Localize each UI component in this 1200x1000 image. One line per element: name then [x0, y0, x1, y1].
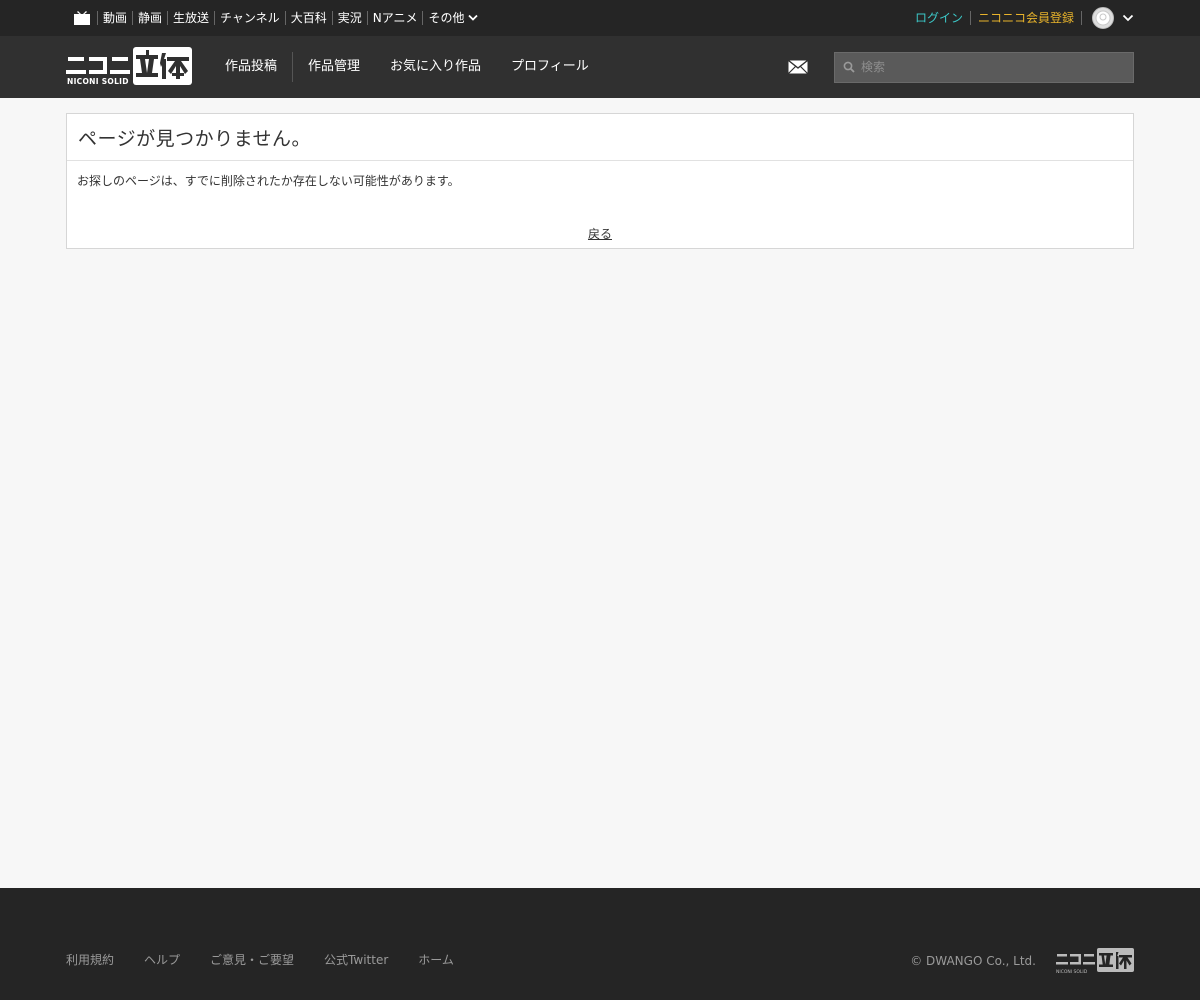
footer-links: 利用規約 ヘルプ ご意見・ご要望 公式Twitter ホーム	[66, 951, 484, 968]
footer-right: © DWANGO Co., Ltd. NICONI SOLID	[910, 947, 1134, 975]
site-link-more-label: その他	[428, 11, 465, 25]
default-user-icon	[1095, 10, 1111, 26]
site-link-more[interactable]: その他	[422, 11, 483, 25]
not-found-panel: ページが見つかりません。 お探しのページは、すでに削除されたか存在しない可能性が…	[66, 113, 1134, 249]
avatar	[1092, 7, 1114, 29]
search-input[interactable]	[855, 52, 1133, 82]
mail-icon	[788, 60, 808, 74]
site-link-channel[interactable]: チャンネル	[214, 11, 285, 25]
nav-favorites[interactable]: お気に入り作品	[375, 52, 496, 82]
main-nav: 作品投稿 作品管理 お気に入り作品 プロフィール	[210, 36, 604, 98]
footer-link-terms[interactable]: 利用規約	[66, 951, 114, 968]
nav-manage[interactable]: 作品管理	[293, 52, 375, 82]
site-link-live[interactable]: 生放送	[167, 11, 214, 25]
site-link-video[interactable]: 動画	[97, 11, 132, 25]
chevron-down-icon	[468, 14, 479, 21]
site-link-nanime[interactable]: Nアニメ	[366, 11, 423, 25]
mail-button[interactable]	[786, 55, 810, 79]
chevron-down-icon	[1122, 14, 1134, 22]
svg-text:NICONI SOLID: NICONI SOLID	[67, 77, 129, 86]
account-links: ログイン ニコニコ会員登録	[908, 0, 1134, 36]
nav-upload[interactable]: 作品投稿	[210, 52, 294, 82]
footer: 利用規約 ヘルプ ご意見・ご要望 公式Twitter ホーム © DWANGO …	[0, 888, 1200, 1000]
svg-text:NICONI SOLID: NICONI SOLID	[1056, 969, 1088, 975]
search-icon[interactable]	[843, 61, 855, 73]
site-bar: 動画 静画 生放送 チャンネル 大百科 実況 Nアニメ その他 ログイン ニコニ…	[0, 0, 1200, 36]
header-tools	[786, 51, 1134, 83]
footer-link-help[interactable]: ヘルプ	[144, 951, 180, 968]
niconico-tv-icon[interactable]	[71, 0, 93, 36]
register-link[interactable]: ニコニコ会員登録	[969, 11, 1081, 25]
back-wrap: 戻る	[77, 223, 1123, 242]
footer-link-twitter[interactable]: 公式Twitter	[324, 951, 388, 968]
site-link-seiga[interactable]: 静画	[132, 11, 167, 25]
footer-link-home[interactable]: ホーム	[418, 951, 454, 968]
panel-header: ページが見つかりません。	[67, 114, 1133, 161]
footer-logo: NICONI SOLID	[1056, 948, 1134, 975]
niconi-solid-logo: NICONI SOLID	[66, 47, 192, 86]
search-box	[834, 51, 1134, 83]
panel-body: お探しのページは、すでに削除されたか存在しない可能性があります。 戻る	[67, 161, 1133, 242]
site-logo[interactable]: NICONI SOLID	[66, 45, 210, 89]
user-menu[interactable]	[1081, 7, 1134, 29]
nav-profile[interactable]: プロフィール	[496, 52, 604, 82]
header: NICONI SOLID 作品投稿 作品管理 お気に入り作品 プロフィール	[0, 36, 1200, 98]
login-link[interactable]: ログイン	[908, 11, 970, 25]
footer-link-feedback[interactable]: ご意見・ご要望	[210, 951, 294, 968]
copyright: © DWANGO Co., Ltd.	[910, 954, 1036, 968]
not-found-message: お探しのページは、すでに削除されたか存在しない可能性があります。	[77, 174, 460, 188]
page-title: ページが見つかりません。	[78, 127, 312, 150]
site-link-jikkyo[interactable]: 実況	[331, 11, 367, 25]
back-link[interactable]: 戻る	[588, 227, 612, 241]
site-links: 動画 静画 生放送 チャンネル 大百科 実況 Nアニメ その他	[66, 0, 483, 36]
site-link-dic[interactable]: 大百科	[284, 11, 332, 25]
